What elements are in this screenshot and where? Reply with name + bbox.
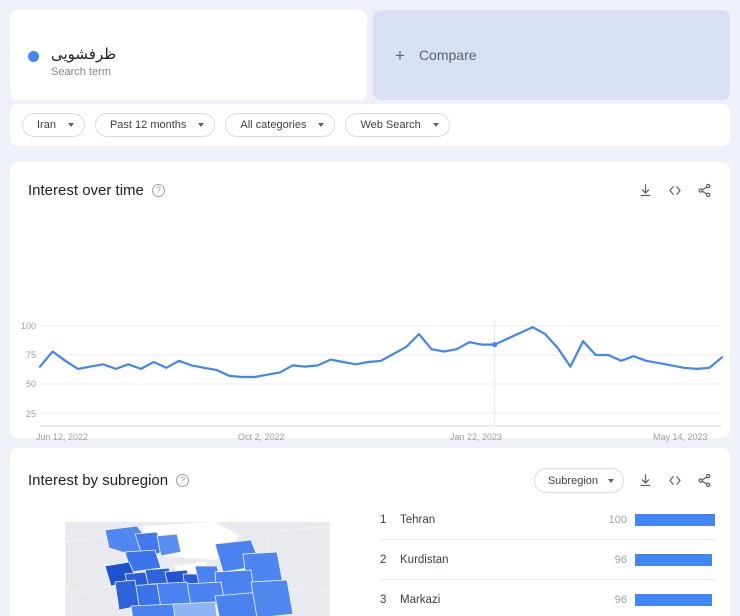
subregion-selector-label: Subregion xyxy=(547,474,598,487)
geo-value: 96 xyxy=(614,553,627,566)
filter-category-label: All categories xyxy=(240,119,307,131)
geo-name: Markazi xyxy=(400,593,441,606)
iran-choropleth-map-icon xyxy=(65,522,330,616)
compare-button[interactable]: + Compare xyxy=(373,10,730,100)
chevron-down-icon xyxy=(67,123,74,127)
geo-bar-track xyxy=(635,593,715,606)
trend-line-svg xyxy=(38,320,724,427)
search-term-text: ظرفشویی Search term xyxy=(51,45,117,79)
geo-name: Tehran xyxy=(400,513,436,526)
embed-icon[interactable] xyxy=(667,473,683,488)
filter-search-type[interactable]: Web Search xyxy=(345,113,450,137)
chevron-down-icon xyxy=(318,123,325,127)
filter-location-label: Iran xyxy=(37,119,56,131)
share-icon[interactable] xyxy=(697,183,712,198)
search-term-card[interactable]: ظرفشویی Search term xyxy=(10,10,367,100)
filter-category[interactable]: All categories xyxy=(225,113,336,137)
interest-over-time-chart: 100 75 50 25 Jun 12, 2022 Oct 2, 2022 Ja… xyxy=(10,220,730,442)
interest-by-subregion-card: Interest by subregion ? Subregion 1 Tehr… xyxy=(10,448,730,616)
geo-name: Kurdistan xyxy=(400,553,449,566)
filter-time-range-label: Past 12 months xyxy=(109,119,187,131)
filter-bar: Iran Past 12 months All categories Web S… xyxy=(10,104,730,146)
geo-right: 100 xyxy=(603,513,715,526)
geo-bar-track xyxy=(635,553,715,566)
geo-right: 96 xyxy=(603,553,715,566)
search-term-label: ظرفشویی xyxy=(51,45,117,63)
table-row[interactable]: 2 Kurdistan 96 xyxy=(380,540,715,580)
page-title: Interest over time xyxy=(28,182,144,199)
share-icon[interactable] xyxy=(697,473,712,488)
filter-location[interactable]: Iran xyxy=(22,113,85,137)
geo-rank: 2 xyxy=(380,553,387,566)
subregion-selector[interactable]: Subregion xyxy=(533,468,624,493)
filter-search-type-label: Web Search xyxy=(360,119,421,131)
chevron-down-icon xyxy=(432,123,439,127)
search-term-row: ظرفشویی Search term + Compare xyxy=(10,10,730,100)
compare-label: Compare xyxy=(418,47,477,63)
series-color-dot-icon xyxy=(28,51,39,62)
embed-icon[interactable] xyxy=(667,183,683,198)
download-icon[interactable] xyxy=(638,473,653,488)
table-row[interactable]: 1 Tehran 100 xyxy=(380,500,715,540)
geo-bar xyxy=(635,513,715,526)
geo-rank: 3 xyxy=(380,593,387,606)
interest-by-subregion-header: Interest by subregion ? Subregion xyxy=(10,448,730,493)
interest-over-time-card: Interest over time ? 100 75 50 25 Jun 12… xyxy=(10,162,730,554)
subregion-list: 1 Tehran 100 2 Kurdistan 96 3 Markazi 96 xyxy=(380,500,715,616)
chevron-down-icon xyxy=(198,123,205,127)
help-icon[interactable]: ? xyxy=(176,474,190,487)
interest-by-subregion-actions: Subregion xyxy=(533,468,712,493)
search-term-inner: ظرفشویی Search term xyxy=(28,45,117,79)
download-icon[interactable] xyxy=(638,183,653,198)
subregion-title: Interest by subregion xyxy=(28,472,169,489)
geo-right: 96 xyxy=(603,593,715,606)
help-icon[interactable]: ? xyxy=(151,184,165,197)
table-row[interactable]: 3 Markazi 96 xyxy=(380,580,715,616)
geo-bar xyxy=(635,593,712,606)
chevron-down-icon xyxy=(608,478,614,483)
geo-rank: 1 xyxy=(380,513,387,526)
plus-icon: + xyxy=(395,45,405,65)
geo-value: 100 xyxy=(608,513,627,526)
filter-time-range[interactable]: Past 12 months xyxy=(94,113,216,137)
geo-bar xyxy=(635,553,712,566)
subregion-map[interactable] xyxy=(65,522,330,616)
geo-value: 96 xyxy=(614,593,627,606)
search-term-subtitle: Search term xyxy=(51,66,111,79)
interest-over-time-actions xyxy=(638,183,712,198)
geo-bar-track xyxy=(635,513,715,526)
google-trends-page: ظرفشویی Search term + Compare Iran Past … xyxy=(0,0,740,616)
interest-over-time-header: Interest over time ? xyxy=(10,162,730,199)
